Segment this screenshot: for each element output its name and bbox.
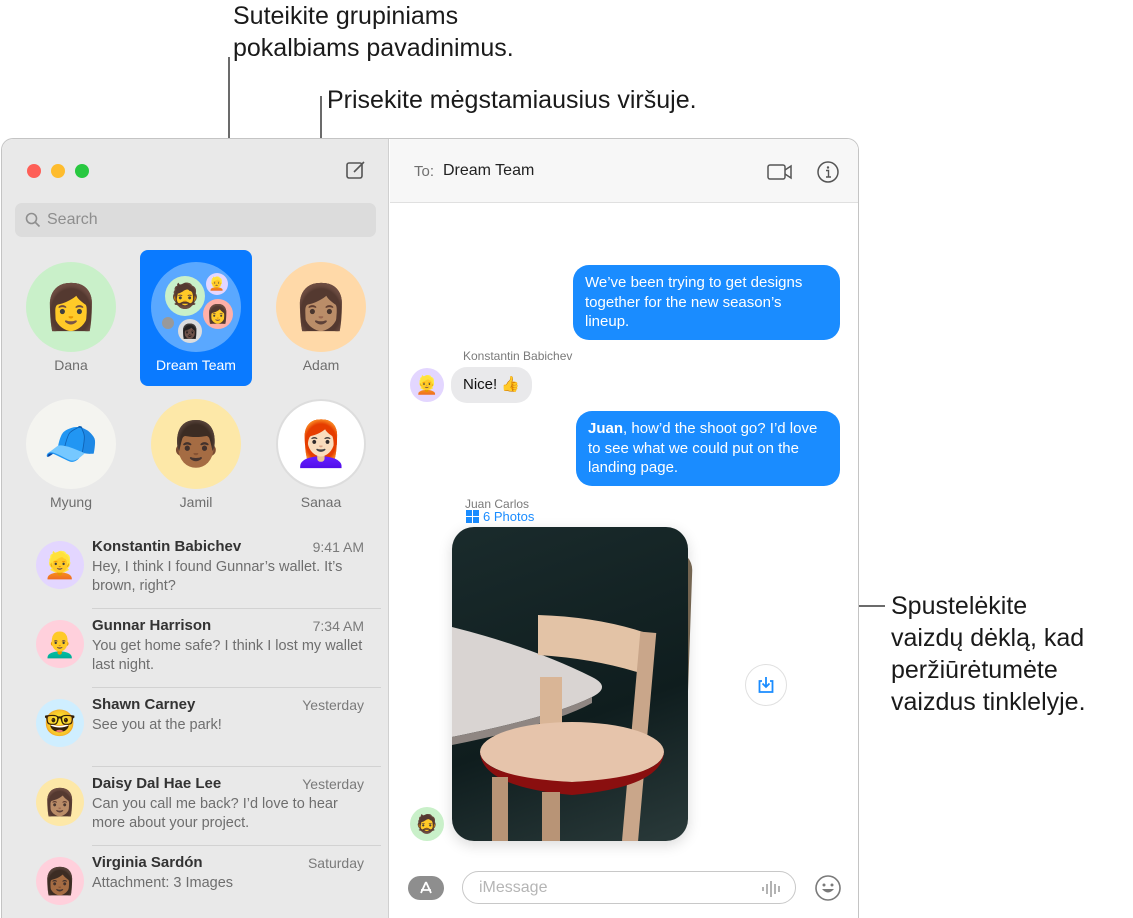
conversation-pane: To: Dream Team We’ve been trying to get … (390, 139, 858, 918)
conversation-time: 7:34 AM (312, 618, 364, 634)
avatar: 👩🏾 (36, 857, 84, 905)
search-icon (25, 212, 41, 228)
message-placeholder: iMessage (479, 878, 548, 896)
pinned-name: Adam (302, 357, 340, 373)
zoom-button[interactable] (75, 164, 89, 178)
mention: Juan (588, 420, 624, 437)
minimize-button[interactable] (51, 164, 65, 178)
callout-line: vaizdų dėklą, kad (891, 624, 1085, 652)
messages-window: Search 👩 Dana 🧔 👱 👩 👩🏿 Dream Team 👩🏽 Ada… (1, 138, 859, 918)
pinned-name: Myung (49, 494, 93, 510)
conversation-preview: You get home safe? I think I lost my wal… (92, 638, 363, 673)
photo-stack[interactable] (452, 527, 693, 841)
close-button[interactable] (27, 164, 41, 178)
search-placeholder: Search (47, 211, 98, 228)
avatar: 🧔 (410, 807, 444, 841)
conversation-item[interactable]: 👩🏾 Virginia Sardón Saturday Attachment: … (2, 846, 389, 918)
chair-image (452, 615, 664, 841)
group-avatar-icon: 🧔 👱 👩 👩🏿 (151, 262, 241, 352)
to-recipient[interactable]: Dream Team (443, 162, 534, 180)
conversation-item[interactable]: 👨‍🦲 Gunnar Harrison 7:34 AM You get home… (2, 609, 389, 688)
pinned-myung[interactable]: 🧢 Myung (15, 387, 127, 523)
pinned-name: Sanaa (300, 494, 342, 510)
photo-chair (452, 527, 688, 841)
conversation-preview: See you at the park! (92, 717, 222, 733)
app-store-icon (420, 881, 432, 894)
callout-line: Spustelėkite (891, 592, 1028, 620)
avatar: 👩🏽 (36, 778, 84, 826)
search-input[interactable]: Search (15, 203, 376, 237)
callout-group-names: Suteikite grupiniams pokalbiams pavadini… (233, 0, 514, 64)
save-photos-button[interactable] (745, 664, 787, 706)
conversation-name: Shawn Carney (92, 696, 196, 713)
message-input[interactable]: iMessage (462, 871, 796, 904)
pinned-adam[interactable]: 👩🏽 Adam (265, 250, 377, 386)
app-store-button[interactable] (408, 876, 444, 900)
compose-icon[interactable] (345, 159, 367, 181)
conversation-time: Yesterday (302, 776, 364, 792)
avatar-adam: 👩🏽 (276, 262, 366, 352)
callout-line: Suteikite grupiniams (233, 2, 459, 30)
avatar-myung: 🧢 (26, 399, 116, 489)
to-label: To: (414, 163, 435, 180)
video-call-icon[interactable] (767, 159, 793, 185)
conversation-name: Virginia Sardón (92, 854, 203, 871)
conversation-time: Yesterday (302, 697, 364, 713)
avatar-sanaa: 👩🏻‍🦰 (276, 399, 366, 489)
pinned-sanaa[interactable]: 👩🏻‍🦰 Sanaa (265, 387, 377, 523)
pinned-name: Dream Team (156, 357, 236, 373)
conversation-preview: Attachment: 3 Images (92, 875, 234, 891)
conversation-name: Konstantin Babichev (92, 538, 242, 555)
conversation-preview: Can you call me back? I’d love to hear m… (92, 796, 338, 831)
photos-count: 6 Photos (483, 509, 535, 524)
conversation-item[interactable]: 👩🏽 Daisy Dal Hae Lee Yesterday Can you c… (2, 767, 389, 846)
conversation-preview: Hey, I think I found Gunnar’s wallet. It… (92, 559, 343, 594)
audio-waveform-icon[interactable] (761, 880, 783, 898)
callout-line: pokalbiams pavadinimus. (233, 34, 514, 62)
avatar: 🤓 (36, 699, 84, 747)
photos-link[interactable]: 6 Photos (466, 509, 534, 524)
pinned-jamil[interactable]: 👨🏾 Jamil (140, 387, 252, 523)
message-text: , how’d the shoot go? I’d love to see wh… (588, 420, 818, 476)
callout-photo-stack: Spustelėkite vaizdų dėklą, kad peržiūrėt… (891, 590, 1086, 718)
sidebar: Search 👩 Dana 🧔 👱 👩 👩🏿 Dream Team 👩🏽 Ada… (2, 139, 389, 918)
pinned-dana[interactable]: 👩 Dana (15, 250, 127, 386)
conversation-item[interactable]: 👱 Konstantin Babichev 9:41 AM Hey, I thi… (2, 530, 389, 609)
message-bubble-outgoing: We’ve been trying to get designs togethe… (573, 265, 840, 340)
conversation-header: To: Dream Team (390, 139, 858, 203)
pinned-name: Jamil (179, 494, 213, 510)
avatar-dana: 👩 (26, 262, 116, 352)
callout-line: vaizdus tinklelyje. (891, 688, 1086, 716)
info-icon[interactable] (815, 159, 841, 185)
grid-icon (466, 510, 479, 523)
avatar-jamil: 👨🏾 (151, 399, 241, 489)
conversation-name: Daisy Dal Hae Lee (92, 775, 222, 792)
emoji-icon[interactable] (814, 874, 842, 902)
conversation-name: Gunnar Harrison (92, 617, 212, 634)
pinned-dream-team[interactable]: 🧔 👱 👩 👩🏿 Dream Team (140, 250, 252, 386)
message-bubble-outgoing: Juan, how’d the shoot go? I’d love to se… (576, 411, 840, 486)
message-bubble-incoming: Nice! 👍 (451, 367, 533, 403)
avatar: 👨‍🦲 (36, 620, 84, 668)
avatar: 👱 (410, 368, 444, 402)
callout-pin-favorites: Prisekite mėgstamiausius viršuje. (327, 86, 697, 114)
message-sender: Konstantin Babichev (463, 349, 573, 363)
conversation-time: 9:41 AM (312, 539, 364, 555)
conversation-item[interactable]: 🤓 Shawn Carney Yesterday See you at the … (2, 688, 389, 767)
conversation-time: Saturday (307, 855, 364, 871)
callout-line: peržiūrėtumėte (891, 656, 1058, 684)
avatar: 👱 (36, 541, 84, 589)
pinned-name: Dana (54, 357, 88, 373)
composer: iMessage (390, 846, 858, 918)
download-icon (758, 677, 774, 693)
